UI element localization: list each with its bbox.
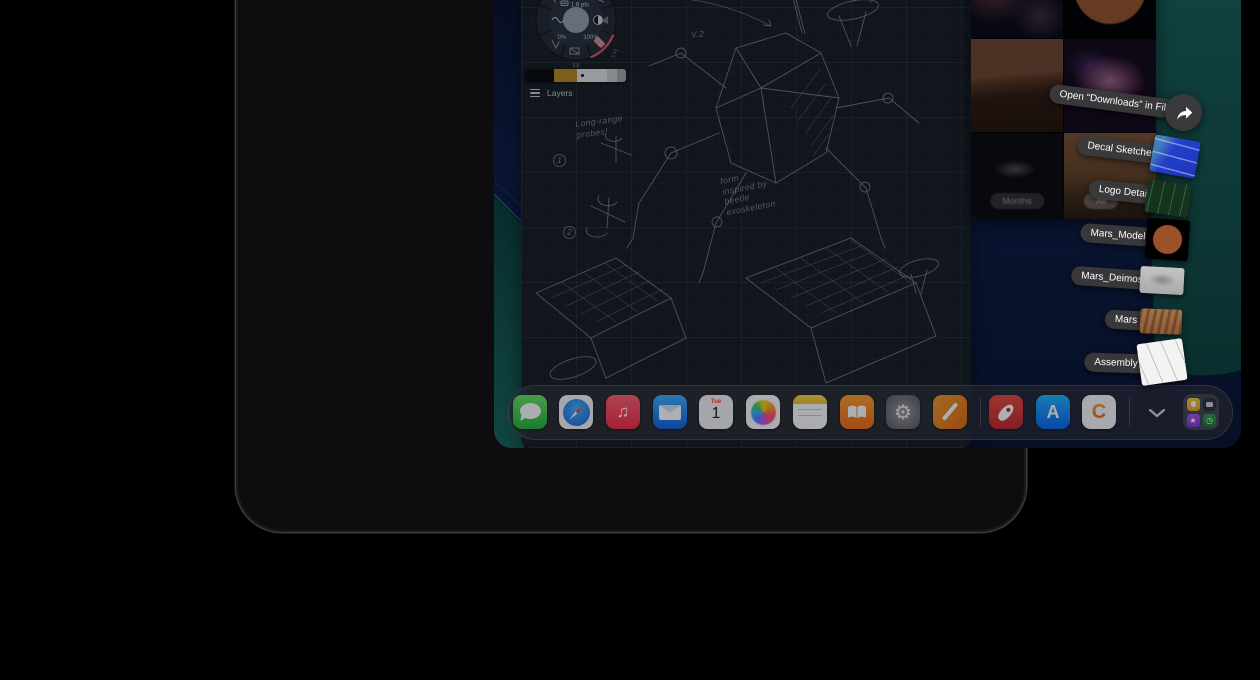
drag-thumb-mars-model[interactable] bbox=[1145, 218, 1191, 262]
forward-arrow-icon bbox=[1173, 102, 1195, 124]
drag-thumb-mars[interactable] bbox=[1140, 308, 1183, 334]
share-drop-button[interactable] bbox=[1165, 94, 1202, 131]
drag-thumb-mars-deimos[interactable] bbox=[1139, 266, 1184, 295]
drag-and-drop-layer: Open “Downloads” in Files Decal Sketches… bbox=[494, 0, 1241, 448]
page-background: Concepts_blue… bbox=[0, 0, 1260, 680]
drag-thumb-assembly[interactable] bbox=[1136, 338, 1187, 386]
ipad-screen: Concepts_blue… bbox=[494, 0, 1241, 448]
ipad-device-frame: Concepts_blue… bbox=[236, 0, 1026, 532]
drag-thumb-decal-sketches[interactable] bbox=[1149, 134, 1201, 178]
drag-thumb-logo-detail[interactable] bbox=[1144, 179, 1192, 218]
